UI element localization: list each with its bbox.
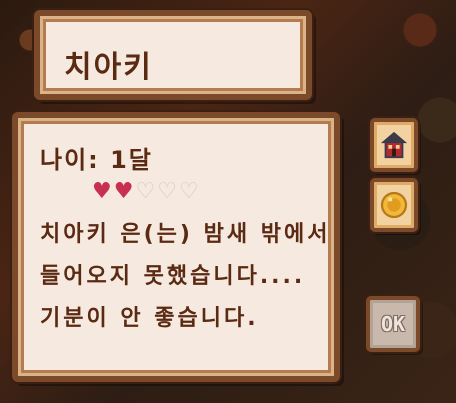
move-home-button[interactable] (370, 118, 418, 172)
heart-empty-icon: ♡ (178, 179, 199, 204)
ok-button[interactable]: OK (366, 296, 420, 352)
sell-button[interactable] (370, 178, 418, 232)
animal-name-panel: 치아키 (34, 10, 312, 100)
heart-filled-icon: ♥ (113, 179, 134, 204)
ok-button-label: OK (380, 312, 406, 336)
heart-empty-icon: ♡ (135, 179, 156, 204)
house-icon (380, 131, 408, 159)
animal-name: 치아키 (64, 50, 153, 85)
animal-status-message: 치아키 은(는) 밤새 밖에서 들어오지 못했습니다.... 기분이 안 좋습니… (40, 222, 331, 331)
heart-empty-icon: ♡ (157, 179, 177, 204)
animal-age: 나이: 1달 (40, 146, 153, 174)
friendship-hearts: ♥ ♥ ♡ ♡ ♡ (92, 180, 199, 204)
coin-icon (380, 191, 408, 219)
heart-filled-icon: ♥ (92, 179, 112, 204)
animal-info-panel: 나이: 1달 ♥ ♥ ♡ ♡ ♡ 치아키 은(는) 밤새 밖에서 들어오지 못했습니다.… (12, 112, 340, 382)
